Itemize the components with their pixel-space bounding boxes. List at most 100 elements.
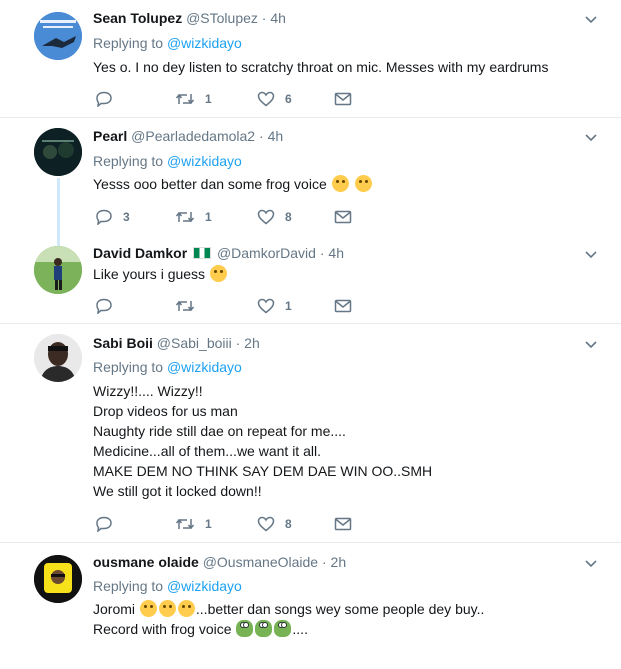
reply-button[interactable] (95, 514, 113, 534)
replying-to: Replying to @wizkidayo (93, 578, 242, 594)
heart-icon (257, 516, 275, 532)
replying-to: Replying to @wizkidayo (93, 35, 242, 51)
thinking-face-emoji (209, 265, 227, 282)
avatar-image (34, 334, 82, 382)
mention-link[interactable]: @wizkidayo (167, 153, 242, 169)
timestamp[interactable]: 4h (270, 10, 286, 26)
message-button[interactable] (334, 296, 352, 316)
retweet-icon (175, 518, 195, 530)
user-name[interactable]: Pearl (93, 128, 127, 144)
reply-count: 3 (123, 210, 130, 224)
like-button[interactable]: 8 (257, 514, 292, 534)
retweet-count: 1 (205, 92, 212, 106)
retweet-button[interactable]: 1 (175, 514, 212, 534)
avatar[interactable] (34, 555, 82, 603)
user-handle[interactable]: @Sabi_boiii (157, 335, 232, 351)
message-button[interactable] (334, 89, 352, 109)
avatar[interactable] (34, 334, 82, 382)
reply-button[interactable] (95, 89, 113, 109)
replying-to: Replying to @wizkidayo (93, 153, 242, 169)
mention-link[interactable]: @wizkidayo (167, 578, 242, 594)
chevron-down-icon[interactable] (583, 337, 599, 353)
retweet-icon (175, 211, 195, 223)
chevron-down-icon[interactable] (583, 130, 599, 146)
tweet-text-line: Yesss ooo better dan some frog voice (93, 176, 327, 192)
retweet-button[interactable] (175, 296, 195, 316)
chevron-down-icon[interactable] (583, 556, 599, 572)
mention-link[interactable]: @wizkidayo (167, 359, 242, 375)
chevron-down-icon[interactable] (583, 247, 599, 263)
retweet-button[interactable]: 1 (175, 207, 212, 227)
tweet[interactable]: ousmane olaide @OusmaneOlaide · 2h Reply… (0, 543, 621, 669)
user-handle[interactable]: @OusmaneOlaide (203, 554, 318, 570)
like-count: 6 (285, 92, 292, 106)
user-handle[interactable]: @Pearladedamola2 (131, 128, 255, 144)
user-name[interactable]: ousmane olaide (93, 554, 199, 570)
retweet-button[interactable]: 1 (175, 89, 212, 109)
avatar-image (34, 246, 82, 294)
like-count: 8 (285, 517, 292, 531)
tweet-header: Sean Tolupez @STolupez · 4h (93, 10, 286, 26)
timestamp[interactable]: 4h (328, 245, 344, 261)
reply-button[interactable] (95, 296, 113, 316)
reply-icon (96, 516, 112, 532)
user-handle[interactable]: @DamkorDavid (217, 245, 316, 261)
separator-dot: · (319, 245, 325, 261)
tweet[interactable]: Sabi Boii @Sabi_boiii · 2h Replying to @… (0, 324, 621, 543)
like-button[interactable]: 6 (257, 89, 292, 109)
tweet-header: Sabi Boii @Sabi_boiii · 2h (93, 335, 260, 351)
envelope-icon (334, 92, 352, 106)
envelope-icon (334, 210, 352, 224)
tweet-header: David Damkor @DamkorDavid · 4h (93, 245, 344, 261)
tweet-text-line: Like yours i guess (93, 266, 206, 282)
like-count: 8 (285, 210, 292, 224)
like-button[interactable]: 1 (257, 296, 292, 316)
reply-button[interactable]: 3 (95, 207, 130, 227)
envelope-icon (334, 517, 352, 531)
tweet-text: Wizzy!!.... Wizzy!! Drop videos for us m… (93, 381, 432, 501)
replying-to: Replying to @wizkidayo (93, 359, 242, 375)
message-button[interactable] (334, 514, 352, 534)
tweet-text-line: Wizzy!!.... Wizzy!! (93, 383, 203, 399)
tweet-text-line: Medicine...all of them...we want it all. (93, 443, 321, 459)
avatar[interactable] (34, 128, 82, 176)
avatar[interactable] (34, 246, 82, 294)
tweet-header: ousmane olaide @OusmaneOlaide · 2h (93, 554, 346, 570)
avatar[interactable] (34, 12, 82, 60)
reply-icon (96, 91, 112, 107)
like-button[interactable]: 8 (257, 207, 292, 227)
tweet-text-segment: ...better dan songs wey some people dey … (195, 601, 485, 617)
user-name[interactable]: David Damkor (93, 245, 187, 261)
frog-emoji (236, 620, 254, 637)
retweet-icon (175, 300, 195, 312)
user-name[interactable]: Sean Tolupez (93, 10, 182, 26)
tweet[interactable]: Sean Tolupez @STolupez · 4h Replying to … (0, 0, 621, 118)
replying-label: Replying to (93, 35, 164, 51)
avatar-image (34, 12, 82, 60)
separator-dot: · (261, 10, 267, 26)
like-count: 1 (285, 299, 292, 313)
user-handle[interactable]: @STolupez (186, 10, 258, 26)
tweet-actions: 1 8 (93, 514, 363, 534)
avatar-image (34, 555, 82, 603)
tweet-text-line: Drop videos for us man (93, 403, 238, 419)
timestamp[interactable]: 4h (268, 128, 284, 144)
retweet-count: 1 (205, 210, 212, 224)
user-name[interactable]: Sabi Boii (93, 335, 153, 351)
tweet-thread: Pearl @Pearladedamola2 · 4h Replying to … (0, 118, 621, 324)
tweet-text-line: Yes o. I no dey listen to scratchy throa… (93, 59, 549, 75)
tweet-text-segment: .... (292, 621, 308, 637)
tweet-text-line: Naughty ride still dae on repeat for me.… (93, 423, 346, 439)
envelope-icon (334, 299, 352, 313)
nigeria-flag-icon (193, 247, 212, 259)
heart-icon (257, 209, 275, 225)
timestamp[interactable]: 2h (244, 335, 260, 351)
frog-emoji (274, 620, 292, 637)
heart-icon (257, 91, 275, 107)
timestamp[interactable]: 2h (331, 554, 347, 570)
message-button[interactable] (334, 207, 352, 227)
mention-link[interactable]: @wizkidayo (167, 35, 242, 51)
kissing-face-emoji (177, 600, 195, 617)
tweet-text-segment: Record with frog voice (93, 621, 232, 637)
chevron-down-icon[interactable] (583, 12, 599, 28)
